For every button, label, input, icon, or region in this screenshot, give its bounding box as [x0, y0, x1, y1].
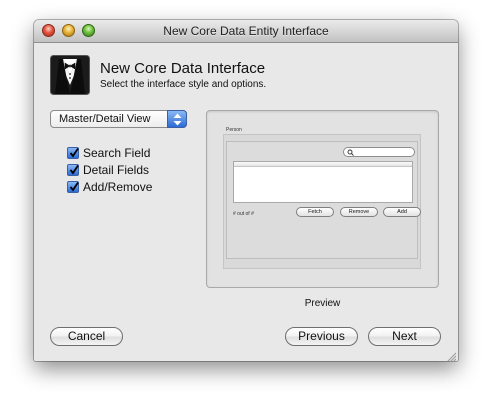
preview-table-header — [234, 162, 412, 167]
search-field-label: Search Field — [83, 146, 151, 160]
preview-table — [233, 161, 413, 203]
tuxedo-icon — [50, 55, 90, 95]
preview-box: # out of # Fetch Remove Add — [226, 141, 421, 259]
next-button[interactable]: Next — [368, 327, 441, 346]
preview-fetch-button: Fetch — [296, 207, 334, 217]
search-field-checkbox[interactable] — [67, 147, 79, 159]
add-remove-checkbox[interactable] — [67, 181, 79, 193]
search-icon — [347, 149, 354, 156]
page-subtitle: Select the interface style and options. — [100, 79, 267, 90]
preview-add-button: Add — [383, 207, 421, 217]
preview-search-field — [343, 147, 415, 157]
previous-button[interactable]: Previous — [285, 327, 358, 346]
page-title: New Core Data Interface — [100, 60, 266, 77]
preview-remove-button: Remove — [340, 207, 378, 217]
preview-panel: Person # out of # Fetch Remove Add — [206, 110, 439, 288]
window-content: New Core Data Interface Select the inter… — [34, 43, 458, 361]
window-title: New Core Data Entity Interface — [163, 24, 329, 38]
cancel-button[interactable]: Cancel — [50, 327, 123, 346]
preview-mini-window: # out of # Fetch Remove Add — [223, 134, 421, 269]
title-bar[interactable]: New Core Data Entity Interface — [34, 20, 458, 43]
detail-fields-label: Detail Fields — [83, 163, 150, 177]
interface-style-value: Master/Detail View — [59, 113, 151, 125]
detail-fields-checkbox[interactable] — [67, 164, 79, 176]
add-remove-label: Add/Remove — [83, 180, 153, 194]
interface-style-popup[interactable]: Master/Detail View — [50, 110, 187, 128]
assistant-window: New Core Data Entity Interface New Core … — [34, 20, 458, 361]
preview-caption: Preview — [304, 298, 341, 309]
preview-status-text: # out of # — [233, 211, 254, 217]
resize-grip-icon[interactable] — [446, 349, 457, 361]
popup-arrows-icon — [167, 110, 187, 128]
preview-entity-label: Person — [226, 127, 242, 133]
